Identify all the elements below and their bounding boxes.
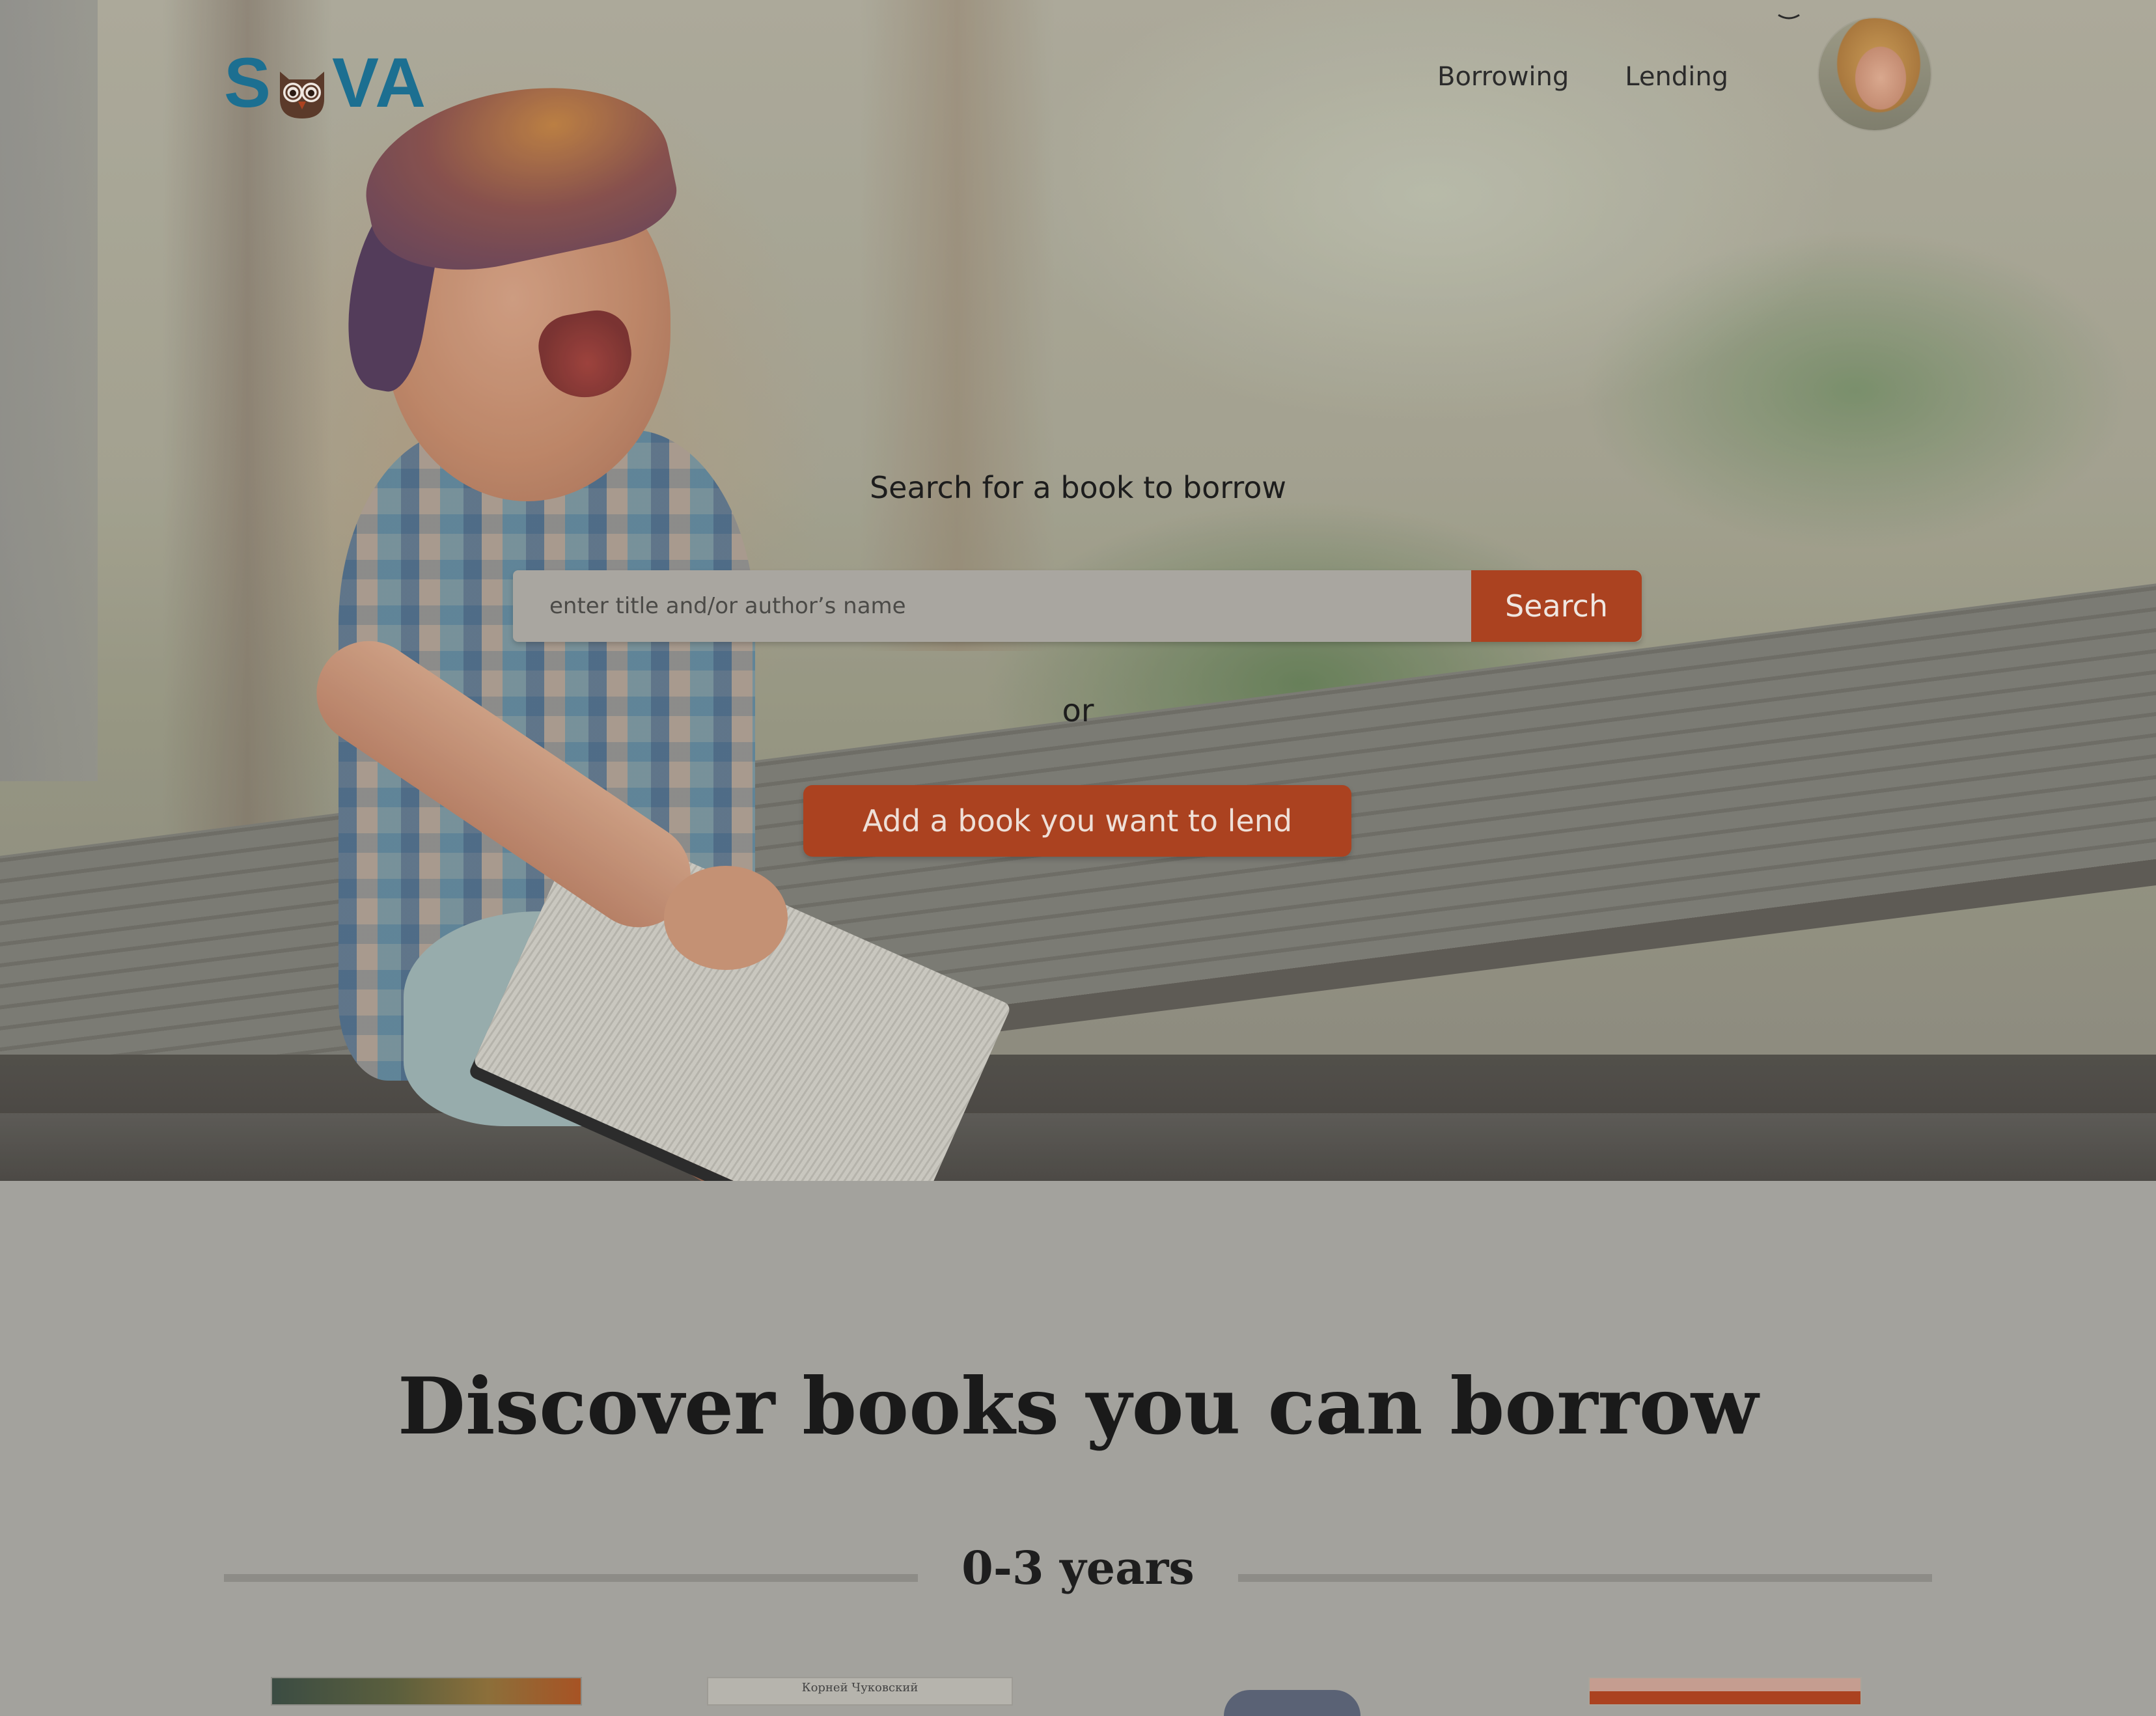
discover-heading: Discover books you can borrow xyxy=(397,1361,1759,1452)
book-cover-author: Корней Чуковский xyxy=(801,1681,919,1695)
search-button[interactable]: Search xyxy=(1471,570,1642,642)
divider-line xyxy=(1238,1574,1932,1582)
user-avatar[interactable] xyxy=(1819,18,1931,130)
age-group-label: 0-3 years xyxy=(961,1541,1195,1595)
book-cover[interactable] xyxy=(1224,1690,1361,1716)
or-separator: or xyxy=(1062,693,1094,729)
sova-logo[interactable]: S VA xyxy=(224,43,427,122)
chevron-down-icon[interactable] xyxy=(1777,13,1801,22)
search-bar: Search xyxy=(513,570,1642,642)
book-cover[interactable] xyxy=(1588,1677,1862,1706)
search-input[interactable] xyxy=(513,570,1471,642)
logo-text-right: VA xyxy=(332,42,428,122)
nav-link-lending[interactable]: Lending xyxy=(1625,57,1728,96)
book-cover[interactable] xyxy=(271,1677,582,1706)
book-cover[interactable]: Корней Чуковский xyxy=(707,1677,1013,1706)
divider-line xyxy=(224,1574,918,1582)
main-nav: Borrowing Lending xyxy=(1437,57,1728,96)
age-group-divider: 0-3 years xyxy=(224,1539,1932,1598)
nav-link-borrowing[interactable]: Borrowing xyxy=(1437,57,1569,96)
add-book-to-lend-button[interactable]: Add a book you want to lend xyxy=(803,785,1351,857)
search-title: Search for a book to borrow xyxy=(869,470,1286,505)
owl-icon xyxy=(275,55,329,118)
logo-text-left: S xyxy=(224,42,273,122)
